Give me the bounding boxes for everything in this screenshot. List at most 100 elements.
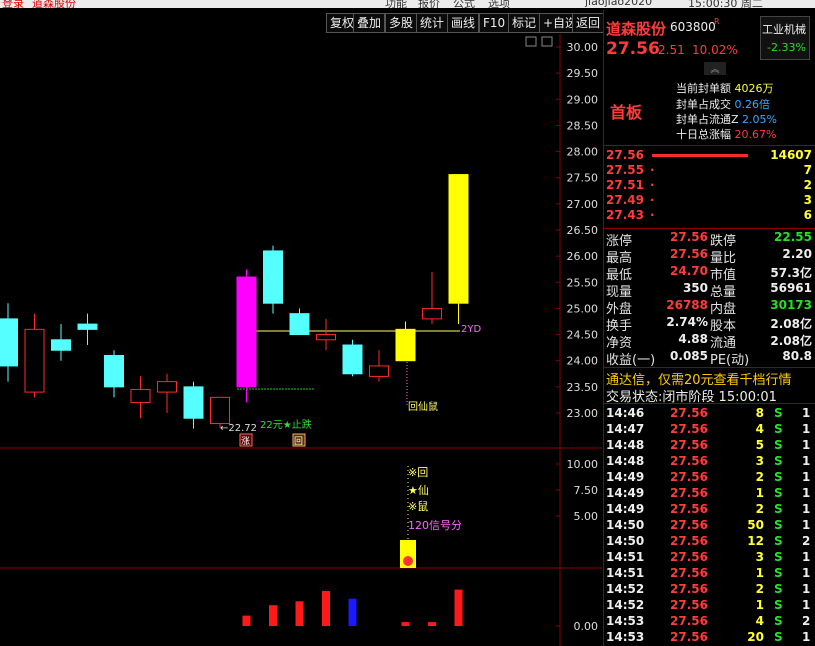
price-tick-label: 23.00 [567, 407, 599, 420]
price-tick-label: 25.50 [567, 276, 599, 289]
candle[interactable] [316, 318, 336, 351]
tick-count: 1 [802, 566, 811, 580]
window-menu-bar: 登录 道森股份 功能 报价 公式 选项 jiaojiao2020 15:00:3… [0, 0, 815, 8]
tick-count: 1 [802, 486, 811, 500]
candle-body [395, 328, 416, 362]
tick-row[interactable]: 14:46 27.56 8 S 1 [604, 406, 815, 422]
tick-time: 14:51 [606, 550, 645, 564]
back-button[interactable]: 返回 [572, 13, 605, 33]
indicator-tick-label: 10.00 [567, 458, 599, 471]
tick-row[interactable]: 14:51 27.56 3 S 1 [604, 550, 815, 566]
price-tick-label: 28.00 [567, 146, 599, 159]
tick-price: 27.56 [670, 406, 708, 420]
stat-value: 24.70 [670, 264, 708, 278]
stat-value: 4.88 [678, 332, 708, 346]
tick-row[interactable]: 14:53 27.56 20 S 1 [604, 630, 815, 646]
tick-row[interactable]: 14:53 27.56 4 S 2 [604, 614, 815, 630]
candle[interactable] [157, 373, 177, 413]
tick-row[interactable]: 14:49 27.56 2 S 1 [604, 502, 815, 518]
tick-side: S [774, 406, 783, 420]
candle[interactable] [422, 271, 442, 325]
indicator-tick-label: 5.00 [574, 510, 599, 523]
login-menu[interactable]: 登录 [2, 0, 24, 8]
tick-list[interactable]: 14:46 27.56 8 S 1 14:47 27.56 4 S 1 14:48 27.56 5 S 1 1… [604, 406, 815, 646]
order-book-row[interactable]: 27.43 · 6 [604, 208, 815, 224]
stat-value: 2.20 [782, 247, 812, 261]
tick-row[interactable]: 14:50 27.56 50 S 1 [604, 518, 815, 534]
menu-formula[interactable]: 公式 [453, 0, 475, 8]
candle[interactable] [130, 376, 151, 419]
candle-body [316, 334, 336, 341]
kline-chart[interactable]: 30.00 29.50 29.00 28.50 28.00 27.50 27.00 26.50… [0, 34, 602, 646]
candle[interactable] [183, 381, 204, 429]
menu-options[interactable]: 选项 [488, 0, 510, 8]
clock: 15:00:30 周二 [688, 0, 763, 8]
tick-count: 1 [802, 406, 811, 420]
industry-box[interactable]: 工业机械 -2.33% [760, 16, 810, 60]
f10-button[interactable]: F10 [479, 13, 510, 33]
huixianshu-label: 回仙鼠 [408, 400, 438, 413]
tick-row[interactable]: 14:49 27.56 1 S 1 [604, 486, 815, 502]
zoom-controls[interactable] [525, 36, 553, 47]
order-book-row[interactable]: 27.56 14607 [604, 148, 815, 164]
multi-stock-button[interactable]: 多股 [385, 13, 418, 33]
tick-row[interactable]: 14:52 27.56 2 S 1 [604, 582, 815, 598]
ind-hui-label: ※回 [408, 466, 428, 479]
tick-price: 27.56 [670, 470, 708, 484]
price-tick-label: 23.50 [567, 381, 599, 394]
tick-volume: 3 [755, 454, 764, 468]
tick-row[interactable]: 14:52 27.56 1 S 1 [604, 598, 815, 614]
overlay-button[interactable]: 叠加 [353, 13, 386, 33]
price-tick-label: 28.50 [567, 119, 599, 132]
price-tick-label: 27.00 [567, 198, 599, 211]
collapse-icon[interactable]: ︽ [704, 62, 726, 75]
tick-row[interactable]: 14:47 27.56 4 S 1 [604, 422, 815, 438]
tick-row[interactable]: 14:48 27.56 3 S 1 [604, 454, 815, 470]
candle[interactable] [342, 339, 363, 377]
order-book-row[interactable]: 27.49 · 3 [604, 193, 815, 209]
candle[interactable] [369, 350, 389, 382]
tick-volume: 2 [755, 582, 764, 596]
tick-volume: 4 [755, 422, 764, 436]
candle[interactable] [289, 308, 310, 336]
volume-bar [269, 605, 277, 626]
tick-side: S [774, 566, 783, 580]
candle[interactable] [448, 174, 469, 325]
candle[interactable] [0, 303, 18, 382]
stock-title-menu[interactable]: 道森股份 [32, 0, 76, 8]
zoom-down-icon[interactable] [541, 36, 553, 47]
candle[interactable] [51, 324, 71, 361]
stock-name: 道森股份 [606, 20, 667, 38]
board-label: 首板 [610, 103, 643, 122]
zoom-up-icon[interactable] [525, 36, 537, 47]
price-change: 2.51 [658, 43, 685, 57]
stat-value: 22.55 [774, 230, 812, 244]
tick-side: S [774, 630, 783, 644]
tick-row[interactable]: 14:49 27.56 2 S 1 [604, 470, 815, 486]
stats-button[interactable]: 统计 [416, 13, 449, 33]
tick-row[interactable]: 14:48 27.56 5 S 1 [604, 438, 815, 454]
tick-count: 1 [802, 582, 811, 596]
candle[interactable] [104, 350, 124, 398]
mark-button[interactable]: 标记 [508, 13, 541, 33]
order-book-row[interactable]: 27.51 · 2 [604, 178, 815, 194]
tick-row[interactable]: 14:51 27.56 1 S 1 [604, 566, 815, 582]
menu-quote[interactable]: 报价 [418, 0, 440, 8]
tick-price: 27.56 [670, 518, 708, 532]
candle[interactable] [395, 321, 416, 362]
draw-line-button[interactable]: 画线 [447, 13, 480, 33]
seal-row-2: 封单占成交 0.26倍 [676, 98, 770, 111]
candle[interactable] [236, 269, 257, 403]
candle[interactable] [24, 313, 45, 398]
tick-side: S [774, 518, 783, 532]
tick-price: 27.56 [670, 486, 708, 500]
stats-row: 换手 2.74% 股本 2.08亿 [604, 315, 815, 334]
tick-row[interactable]: 14:50 27.56 12 S 2 [604, 534, 815, 550]
candle-body [369, 365, 389, 377]
stat-value: 2.08亿 [770, 334, 812, 348]
candle[interactable] [263, 245, 283, 314]
candle-body [157, 381, 177, 393]
menu-function[interactable]: 功能 [385, 0, 407, 8]
candle[interactable] [77, 313, 98, 346]
order-book-row[interactable]: 27.55 · 7 [604, 163, 815, 179]
